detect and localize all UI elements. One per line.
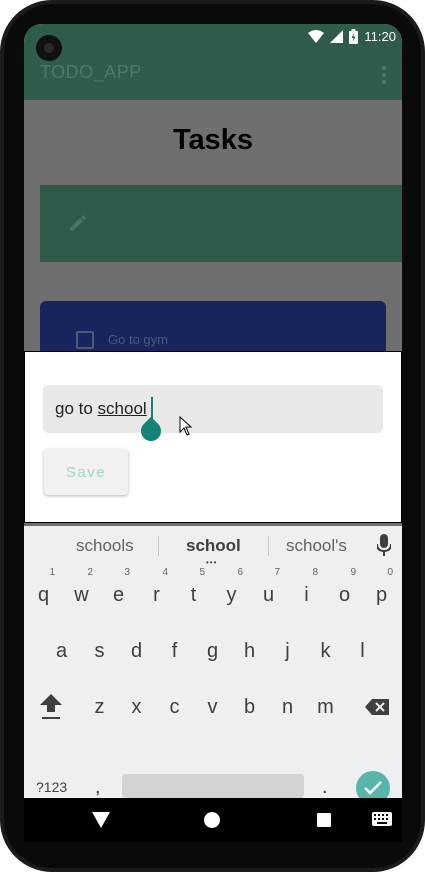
key-row-3: z x c v b n m (24, 682, 402, 732)
battery-icon (349, 28, 359, 44)
app-title: TODO_APP (40, 62, 142, 82)
task-input-text[interactable]: go to school (55, 399, 147, 419)
status-bar: 11:20 (24, 24, 402, 48)
input-prefix: go to (55, 399, 98, 418)
key-t[interactable]: t5 (175, 567, 212, 620)
key-j[interactable]: j (269, 626, 306, 676)
shift-key[interactable] (32, 682, 69, 732)
nav-recents-icon[interactable] (317, 813, 331, 827)
suggestion-center[interactable]: school (186, 536, 241, 556)
wifi-icon (308, 29, 325, 43)
suggestion-divider (158, 536, 159, 556)
task-label: Go to gym (108, 332, 168, 347)
mic-icon[interactable] (377, 534, 391, 556)
suggestion-left[interactable]: schools (76, 536, 134, 556)
nav-back-icon[interactable] (92, 812, 110, 828)
key-m[interactable]: m (307, 682, 344, 732)
backspace-icon (364, 699, 389, 715)
key-x[interactable]: x (118, 682, 155, 732)
front-camera (36, 35, 62, 61)
key-a[interactable]: a (43, 626, 80, 676)
suggestion-right[interactable]: school's (286, 536, 347, 556)
backspace-key[interactable] (358, 682, 395, 732)
suggestion-strip: schools school ••• school's (24, 526, 402, 567)
key-z[interactable]: z (81, 682, 118, 732)
keyboard-switch-icon[interactable] (372, 812, 392, 826)
add-task-card[interactable] (40, 185, 402, 262)
key-s[interactable]: s (81, 626, 118, 676)
system-nav-bar (24, 798, 402, 842)
suggestion-divider (268, 536, 269, 556)
page-title: Tasks (172, 124, 254, 156)
enter-check-icon (364, 781, 382, 795)
key-o[interactable]: o9 (326, 567, 363, 620)
key-l[interactable]: l (344, 626, 381, 676)
key-w[interactable]: w2 (63, 567, 100, 620)
nav-home-icon[interactable] (204, 812, 220, 828)
input-composing-word: school (97, 399, 147, 418)
key-v[interactable]: v (194, 682, 231, 732)
key-p[interactable]: p0 (363, 567, 400, 620)
add-task-dialog: go to school Save (24, 351, 402, 523)
symbols-key[interactable]: ?123 (36, 779, 67, 795)
key-f[interactable]: f (156, 626, 193, 676)
mouse-cursor-icon (179, 416, 193, 436)
pencil-icon[interactable] (68, 213, 88, 233)
cell-signal-icon (330, 29, 344, 43)
key-y[interactable]: y6 (213, 567, 250, 620)
key-row-2: a s d f g h j k l (24, 626, 402, 676)
task-input[interactable]: go to school (43, 385, 383, 446)
key-e[interactable]: e3 (100, 567, 137, 620)
key-r[interactable]: r4 (138, 567, 175, 620)
key-d[interactable]: d (118, 626, 155, 676)
key-row-1: q1 w2 e3 r4 t5 y6 u7 i8 o9 p0 (24, 567, 402, 620)
clock: 11:20 (364, 28, 396, 44)
key-h[interactable]: h (231, 626, 268, 676)
key-g[interactable]: g (194, 626, 231, 676)
key-k[interactable]: k (307, 626, 344, 676)
key-c[interactable]: c (156, 682, 193, 732)
key-n[interactable]: n (269, 682, 306, 732)
checkbox-icon[interactable] (76, 331, 94, 349)
screen: 11:20 TODO_APP Tasks Go to gym go to sch… (24, 24, 402, 798)
overflow-menu-icon[interactable] (382, 66, 386, 84)
comma-key[interactable]: , (95, 776, 101, 798)
key-q[interactable]: q1 (25, 567, 62, 620)
caret-handle[interactable] (136, 416, 166, 446)
suggestion-more-indicator: ••• (206, 558, 218, 567)
key-i[interactable]: i8 (288, 567, 325, 620)
soft-keyboard: schools school ••• school's q1 w2 e3 r4 … (24, 526, 402, 798)
space-key[interactable] (122, 774, 304, 798)
save-button[interactable]: Save (44, 449, 128, 495)
period-key[interactable]: . (322, 776, 328, 798)
shift-icon (39, 694, 62, 719)
enter-key[interactable] (356, 771, 390, 798)
status-icons: 11:20 (308, 27, 396, 45)
key-b[interactable]: b (231, 682, 268, 732)
key-u[interactable]: u7 (250, 567, 287, 620)
app-bar: TODO_APP (24, 48, 402, 100)
